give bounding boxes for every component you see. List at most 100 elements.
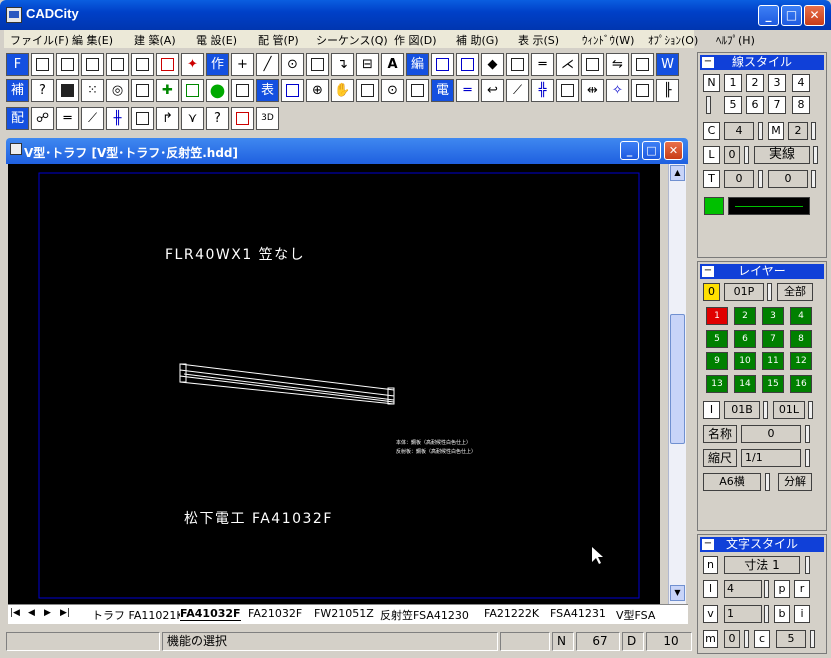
text-size-value[interactable]: 4 — [724, 580, 762, 598]
menu-options[interactable]: ｵﾌﾟｼｮﾝ(O) — [648, 32, 698, 48]
line-num-button[interactable]: 4 — [792, 74, 810, 92]
circle-button[interactable]: ⊙ — [281, 53, 304, 76]
menu-view[interactable]: 表 示(S) — [518, 32, 559, 48]
pan-button[interactable]: ✋ — [331, 79, 354, 102]
elbow-button[interactable]: ↱ — [156, 107, 179, 130]
layer-button[interactable]: 3 — [762, 307, 784, 325]
save-as-button[interactable] — [106, 53, 129, 76]
web-mode-button[interactable]: W — [656, 53, 679, 76]
layer-slider[interactable] — [767, 283, 772, 301]
text-slider[interactable] — [764, 605, 769, 623]
line-num-button[interactable]: 6 — [746, 96, 764, 114]
zoom-all-button[interactable]: ⊙ — [381, 79, 404, 102]
tab-sheet[interactable]: FW21051Z — [314, 607, 374, 620]
text-m-value[interactable]: 0 — [724, 630, 740, 648]
pipe-route-button[interactable]: ☍ — [31, 107, 54, 130]
text-style-value[interactable]: 寸法 1 — [724, 556, 800, 574]
layer-name-value[interactable]: 0 — [741, 425, 801, 443]
point-button[interactable]: + — [231, 53, 254, 76]
text-p-button[interactable]: p — [774, 580, 790, 598]
tab-sheet[interactable]: FA21222K — [484, 607, 539, 620]
line-slider[interactable] — [811, 122, 816, 140]
connect-button[interactable]: ✚ — [156, 79, 179, 102]
menu-edit[interactable]: 編 集(E) — [72, 32, 113, 48]
tab-sheet[interactable]: FA21032F — [248, 607, 302, 620]
panel-button[interactable] — [556, 79, 579, 102]
light-button[interactable]: ✧ — [606, 79, 629, 102]
line-num-button[interactable]: 2 — [746, 74, 764, 92]
layer-button[interactable]: 11 — [762, 352, 784, 370]
dimension-button[interactable]: ⊟ — [356, 53, 379, 76]
line-num-button[interactable]: 7 — [768, 96, 786, 114]
redraw-button[interactable] — [406, 79, 429, 102]
line-num-button[interactable]: 1 — [724, 74, 742, 92]
line-color-swatch[interactable] — [704, 197, 724, 215]
text-slider[interactable] — [764, 580, 769, 598]
tab-sheet[interactable]: FSA41231 — [550, 607, 606, 620]
rectangle-button[interactable] — [306, 53, 329, 76]
drawing-canvas[interactable]: FLR40WX1 笠なし 本体：鋼板（高耐候性白色仕上） 反射板：鋼板（高耐候性… — [8, 164, 660, 604]
document-icon[interactable] — [10, 143, 22, 155]
scale-value[interactable]: 1/1 — [741, 449, 801, 467]
line-slider[interactable] — [744, 146, 749, 164]
layer-slider[interactable] — [763, 401, 768, 419]
line-l-value[interactable]: 0 — [724, 146, 740, 164]
scroll-up-icon[interactable]: ▲ — [670, 165, 685, 181]
layer-button[interactable]: 8 — [790, 330, 812, 348]
move-button[interactable]: ═ — [531, 53, 554, 76]
layer-button[interactable]: 6 — [734, 330, 756, 348]
line-m-value[interactable]: 2 — [788, 122, 808, 140]
layer-button[interactable]: 15 — [762, 375, 784, 393]
layer-button[interactable]: 7 — [762, 330, 784, 348]
select-button[interactable] — [431, 53, 454, 76]
layer-button[interactable]: 2 — [734, 307, 756, 325]
layer-button[interactable]: 16 — [790, 375, 812, 393]
pipe-table-button[interactable] — [231, 107, 254, 130]
export-button[interactable] — [156, 53, 179, 76]
layer-button[interactable] — [631, 53, 654, 76]
info-button[interactable] — [56, 79, 79, 102]
help-button[interactable]: ? — [31, 79, 54, 102]
menu-electrical[interactable]: 電 設(E) — [196, 32, 237, 48]
line-t-value-2[interactable]: 0 — [768, 170, 808, 188]
measure-button[interactable]: ◎ — [106, 79, 129, 102]
assist-mode-button[interactable]: 補 — [6, 79, 29, 102]
paper-size[interactable]: A6横 — [703, 473, 761, 491]
outlet-button[interactable]: ╬ — [531, 79, 554, 102]
copy-button[interactable] — [506, 53, 529, 76]
panel-minimize-icon[interactable]: − — [702, 539, 714, 550]
zoom-window-button[interactable] — [281, 79, 304, 102]
layer-button[interactable]: 13 — [706, 375, 728, 393]
layer-slider[interactable] — [808, 401, 813, 419]
branch-button[interactable]: ⋎ — [181, 107, 204, 130]
zoom-button[interactable]: ⊕ — [306, 79, 329, 102]
3d-button[interactable]: 3D — [256, 107, 279, 130]
save-button[interactable] — [81, 53, 104, 76]
menu-file[interactable]: ファイル(F) — [10, 32, 69, 48]
layer-button[interactable]: 14 — [734, 375, 756, 393]
line-slider[interactable] — [706, 96, 711, 114]
doc-close-icon[interactable]: ✕ — [664, 141, 683, 160]
layer-button[interactable]: 1 — [706, 307, 728, 325]
minimize-icon[interactable]: _ — [758, 5, 779, 26]
piping-mode-button[interactable]: 配 — [6, 107, 29, 130]
tab-sheet-active[interactable]: FA41032F — [180, 607, 241, 621]
valve-button[interactable]: ╫ — [106, 107, 129, 130]
decompose-button[interactable]: 分解 — [778, 473, 812, 491]
erase-button[interactable]: ◆ — [481, 53, 504, 76]
line-slider[interactable] — [758, 170, 763, 188]
line-slider[interactable] — [813, 146, 818, 164]
tab-sheet[interactable]: トラフ FA11021K — [92, 607, 184, 623]
corner-button[interactable]: ↴ — [331, 53, 354, 76]
panel-minimize-icon[interactable]: − — [702, 266, 714, 277]
menu-draw[interactable]: 作 図(D) — [394, 32, 437, 48]
zoom-in-button[interactable] — [356, 79, 379, 102]
menu-sequence[interactable]: シーケンス(Q) — [316, 32, 388, 48]
text-r-button[interactable]: r — [794, 580, 810, 598]
panel-minimize-icon[interactable]: − — [702, 57, 714, 68]
text-i-button[interactable]: i — [794, 605, 810, 623]
vertical-scrollbar[interactable]: ▲ ▼ — [668, 164, 686, 604]
layer-button[interactable]: 12 — [790, 352, 812, 370]
layer-button[interactable]: 5 — [706, 330, 728, 348]
pipe-query-button[interactable]: ? — [206, 107, 229, 130]
